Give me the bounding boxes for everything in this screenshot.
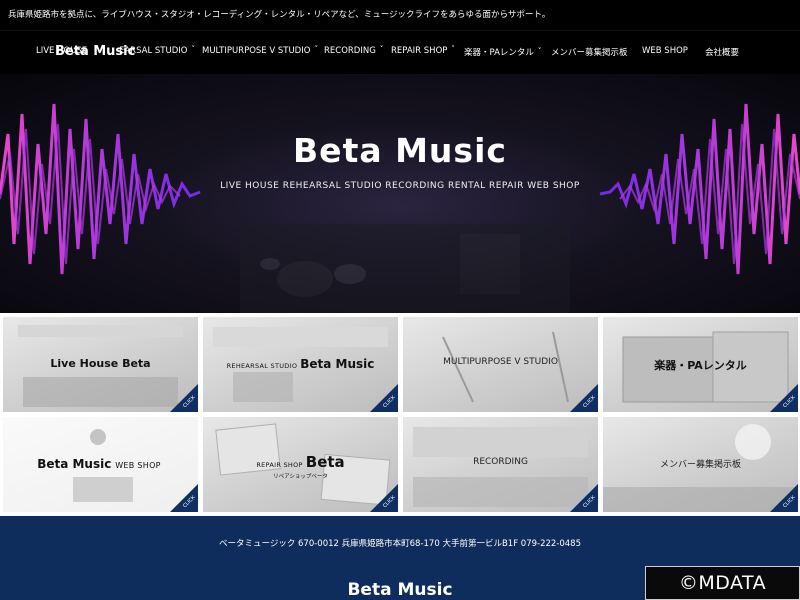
- tile-label-small: WEB SHOP: [115, 461, 161, 470]
- footer-address: ベータミュージック 670-0012 兵庫県姫路市本町68-170 大手前第一ビ…: [218, 539, 581, 549]
- tile-label: Beta Music WEB SHOP: [3, 457, 198, 471]
- site-logo[interactable]: Beta Music: [55, 44, 135, 59]
- tile-web-shop[interactable]: Beta Music WEB SHOP CLICK: [3, 417, 198, 512]
- tile-label-sub: リペアショップベータ: [273, 474, 328, 480]
- tile-rental[interactable]: 楽器・PAレンタル CLICK: [603, 317, 798, 412]
- nav-item-web-shop[interactable]: WEB SHOP: [642, 46, 688, 56]
- hero-sound-waves: [0, 103, 800, 313]
- tile-multipurpose-studio[interactable]: MULTIPURPOSE V STUDIO CLICK: [403, 317, 598, 412]
- tile-live-house[interactable]: Live House Beta CLICK: [3, 317, 198, 412]
- stage-silhouette: [240, 224, 570, 313]
- tile-label: メンバー募集掲示板: [659, 460, 741, 470]
- tile-label-big: Beta Music: [37, 457, 112, 471]
- tile-member-board[interactable]: メンバー募集掲示板 CLICK: [603, 417, 798, 512]
- copyright-watermark: ©MDATA: [645, 566, 800, 600]
- tile-label: MULTIPURPOSE V STUDIO: [443, 357, 558, 367]
- nav-item-multipurpose-studio[interactable]: MULTIPURPOSE V STUDIO ˅: [202, 45, 318, 56]
- nav-item-rental[interactable]: 楽器・PAレンタル ˅: [464, 46, 541, 58]
- tile-recording[interactable]: RECORDING CLICK: [403, 417, 598, 512]
- main-navbar: LIVE HOUSE EARSAL STUDIO ˅ MULTIPURPOSE V…: [0, 30, 800, 74]
- chevron-down-icon: ˅: [314, 45, 318, 53]
- nav-item-label: WEB SHOP: [642, 46, 688, 56]
- service-tiles: Live House Beta CLICK REHEARSAL STUDIO Be…: [0, 313, 800, 516]
- hero-banner: Beta Music LIVE HOUSE REHEARSAL STUDIO R…: [0, 74, 800, 313]
- tile-label: RECORDING: [473, 457, 528, 467]
- tile-rehearsal-studio[interactable]: REHEARSAL STUDIO Beta Music CLICK: [203, 317, 398, 412]
- nav-item-label: REPAIR SHOP: [391, 46, 448, 56]
- tile-label: 楽器・PAレンタル: [654, 359, 747, 372]
- tile-label: REPAIR SHOP Beta リペアショップベータ: [203, 453, 398, 480]
- chevron-down-icon: ˅: [191, 45, 195, 53]
- chevron-down-icon: ˅: [451, 45, 455, 53]
- nav-item-repair-shop[interactable]: REPAIR SHOP ˅: [391, 45, 455, 56]
- chevron-down-icon: ˅: [537, 47, 542, 55]
- hero-title: Beta Music: [293, 131, 507, 170]
- site-tagline: 兵庫県姫路市を拠点に、ライブハウス・スタジオ・レコーディング・レンタル・リペアな…: [8, 10, 551, 20]
- nav-item-company[interactable]: 会社概要: [705, 46, 739, 58]
- nav-item-label: メンバー募集掲示板: [551, 48, 628, 58]
- hero-subtitle: LIVE HOUSE REHEARSAL STUDIO RECORDING RE…: [220, 181, 580, 191]
- chevron-down-icon: ˅: [379, 45, 384, 53]
- tile-label-big: Beta: [305, 453, 345, 471]
- tile-label: REHEARSAL STUDIO Beta Music: [203, 357, 398, 371]
- nav-item-label: RECORDING: [324, 46, 376, 56]
- top-bar: 兵庫県姫路市を拠点に、ライブハウス・スタジオ・レコーディング・レンタル・リペアな…: [0, 0, 800, 30]
- nav-item-label: 会社概要: [705, 48, 740, 58]
- tile-label-small: REHEARSAL STUDIO: [226, 362, 298, 370]
- nav-item-label: 楽器・PAレンタル: [464, 48, 534, 58]
- nav-item-label: MULTIPURPOSE V STUDIO: [202, 46, 311, 56]
- nav-item-recording[interactable]: RECORDING ˅: [324, 45, 384, 56]
- tile-label-big: Beta Music: [300, 357, 375, 371]
- tile-label: Live House Beta: [50, 357, 151, 370]
- tile-repair-shop[interactable]: REPAIR SHOP Beta リペアショップベータ CLICK: [203, 417, 398, 512]
- watermark-text: ©MDATA: [678, 572, 767, 594]
- nav-item-member-board[interactable]: メンバー募集掲示板: [551, 46, 628, 58]
- tile-label-small: REPAIR SHOP: [256, 461, 303, 469]
